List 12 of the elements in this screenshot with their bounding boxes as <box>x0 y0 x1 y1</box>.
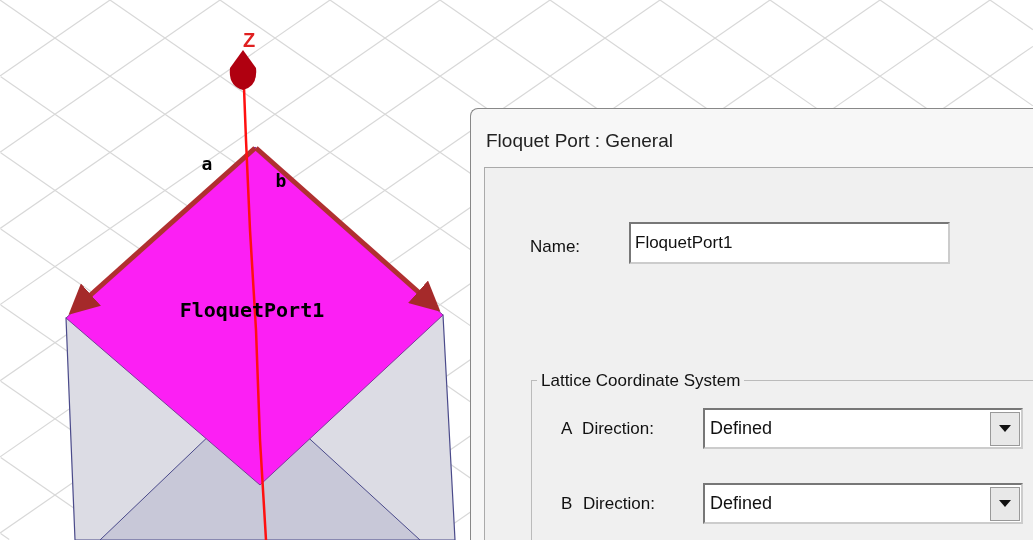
vector-label: a <box>201 153 213 174</box>
name-field[interactable]: FloquetPort1 <box>629 222 950 264</box>
caret-icon <box>999 425 1011 432</box>
window-title: Floquet Port : General <box>486 129 673 153</box>
axis-label: Z <box>242 29 256 51</box>
direction-dropdown[interactable]: Defined <box>703 408 1023 449</box>
caret-icon <box>999 500 1011 507</box>
direction-dropdown[interactable]: Defined <box>703 483 1023 524</box>
direction-label: B Direction: <box>561 492 656 515</box>
vector-label: b <box>275 170 287 191</box>
direction-label: A Direction: <box>561 417 655 440</box>
name-label: Name: <box>530 236 581 258</box>
